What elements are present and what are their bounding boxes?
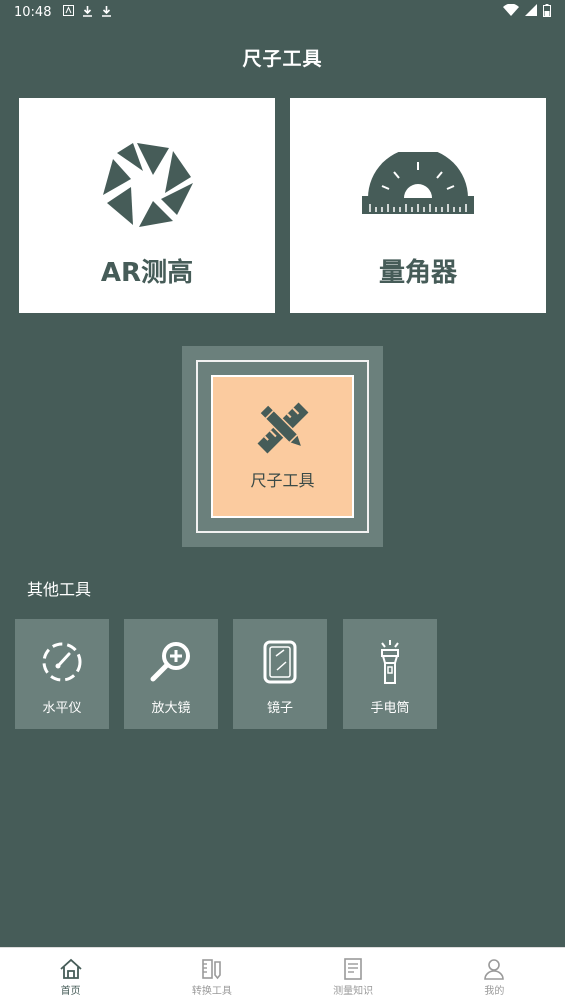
download-icon — [82, 5, 93, 20]
protractor-card[interactable]: 量角器 — [290, 98, 546, 313]
tool-level-label: 水平仪 — [42, 701, 82, 716]
app-a-icon — [63, 5, 75, 19]
nav-knowledge[interactable]: 测量知识 — [283, 948, 424, 1004]
page-title: 尺子工具 — [242, 48, 323, 70]
other-tools-title: 其他工具 — [27, 580, 92, 599]
nav-home[interactable]: 首页 — [0, 948, 141, 1004]
download-icon — [101, 5, 112, 20]
user-icon — [483, 956, 505, 982]
convert-tool-icon — [200, 956, 224, 982]
magnifier-icon — [149, 639, 193, 685]
tool-level[interactable]: 水平仪 — [15, 619, 109, 729]
tool-magnifier-label: 放大镜 — [151, 701, 191, 716]
tool-flashlight-label: 手电筒 — [370, 701, 410, 716]
tool-magnifier[interactable]: 放大镜 — [124, 619, 218, 729]
home-icon — [59, 956, 83, 982]
nav-convert-tool-label: 转换工具 — [191, 985, 232, 997]
tool-flashlight[interactable]: 手电筒 — [343, 619, 437, 729]
nav-knowledge-label: 测量知识 — [333, 985, 374, 997]
ruler-tool-frame: 尺子工具 — [196, 360, 369, 533]
document-icon — [342, 956, 364, 982]
ruler-tool-inner[interactable]: 尺子工具 — [211, 375, 354, 518]
signal-icon — [525, 4, 537, 20]
nav-home-label: 首页 — [60, 985, 81, 997]
flashlight-icon — [375, 639, 405, 685]
bottom-nav: 首页 转换工具 测量知识 我的 — [0, 947, 565, 1004]
nav-profile[interactable]: 我的 — [424, 948, 565, 1004]
ar-height-label: AR测高 — [100, 258, 194, 288]
camera-aperture-icon — [101, 140, 193, 230]
battery-icon — [543, 3, 551, 21]
protractor-icon — [360, 140, 476, 230]
mirror-icon — [262, 639, 298, 685]
nav-profile-label: 我的 — [484, 985, 505, 997]
ar-height-card[interactable]: AR测高 — [19, 98, 275, 313]
protractor-label: 量角器 — [378, 258, 457, 288]
ruler-tool-card[interactable]: 尺子工具 — [182, 346, 383, 547]
ruler-tool-label: 尺子工具 — [250, 471, 315, 490]
status-bar: 10:48 — [0, 0, 565, 24]
tool-mirror[interactable]: 镜子 — [233, 619, 327, 729]
status-time: 10:48 — [14, 4, 52, 20]
level-gauge-icon — [41, 639, 83, 685]
wifi-icon — [503, 3, 519, 20]
tool-mirror-label: 镜子 — [266, 701, 293, 716]
ruler-pencil-icon — [254, 399, 312, 461]
nav-convert-tool[interactable]: 转换工具 — [141, 948, 282, 1004]
